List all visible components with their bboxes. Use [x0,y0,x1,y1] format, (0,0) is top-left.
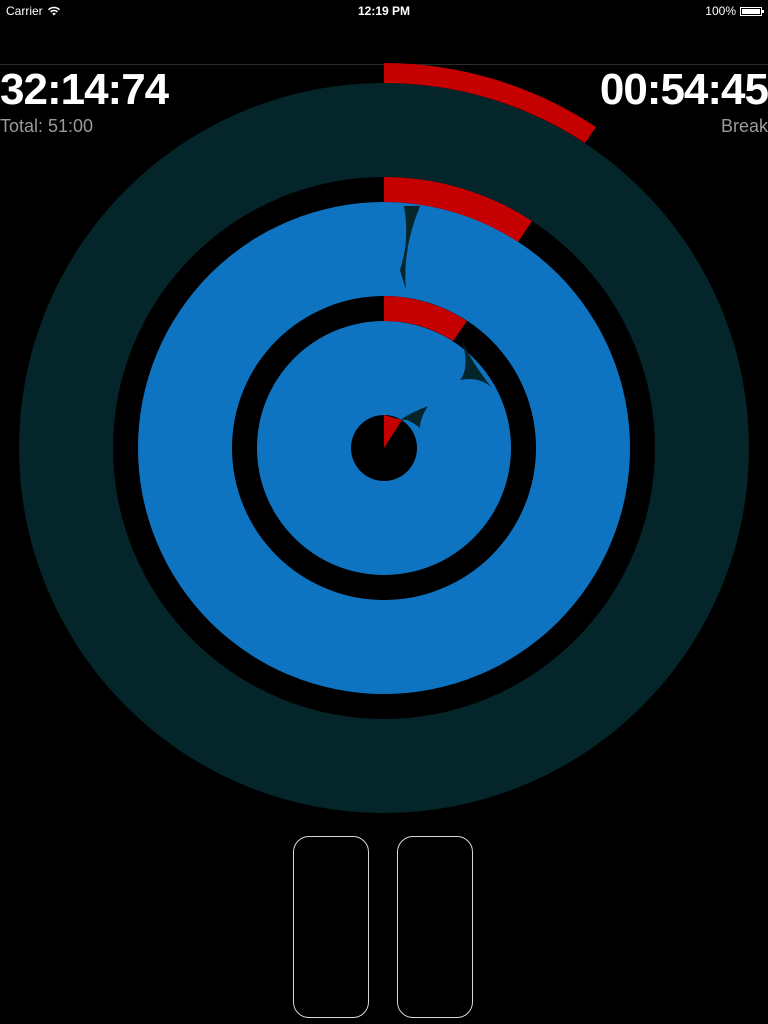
total-label: Total: 51:00 [0,116,94,136]
pause-right-bar-button[interactable] [397,836,473,1018]
pause-left-bar-button[interactable] [293,836,369,1018]
elapsed-block: 32:14:74 Total: 51:00 [0,64,169,136]
phase-label: Break [720,116,768,136]
remaining-block: 00:54:45 Break [600,64,768,136]
remaining-time: 00:54:45 [599,65,768,114]
elapsed-time: 32:14:74 [0,65,169,114]
timer-dial [19,63,749,813]
